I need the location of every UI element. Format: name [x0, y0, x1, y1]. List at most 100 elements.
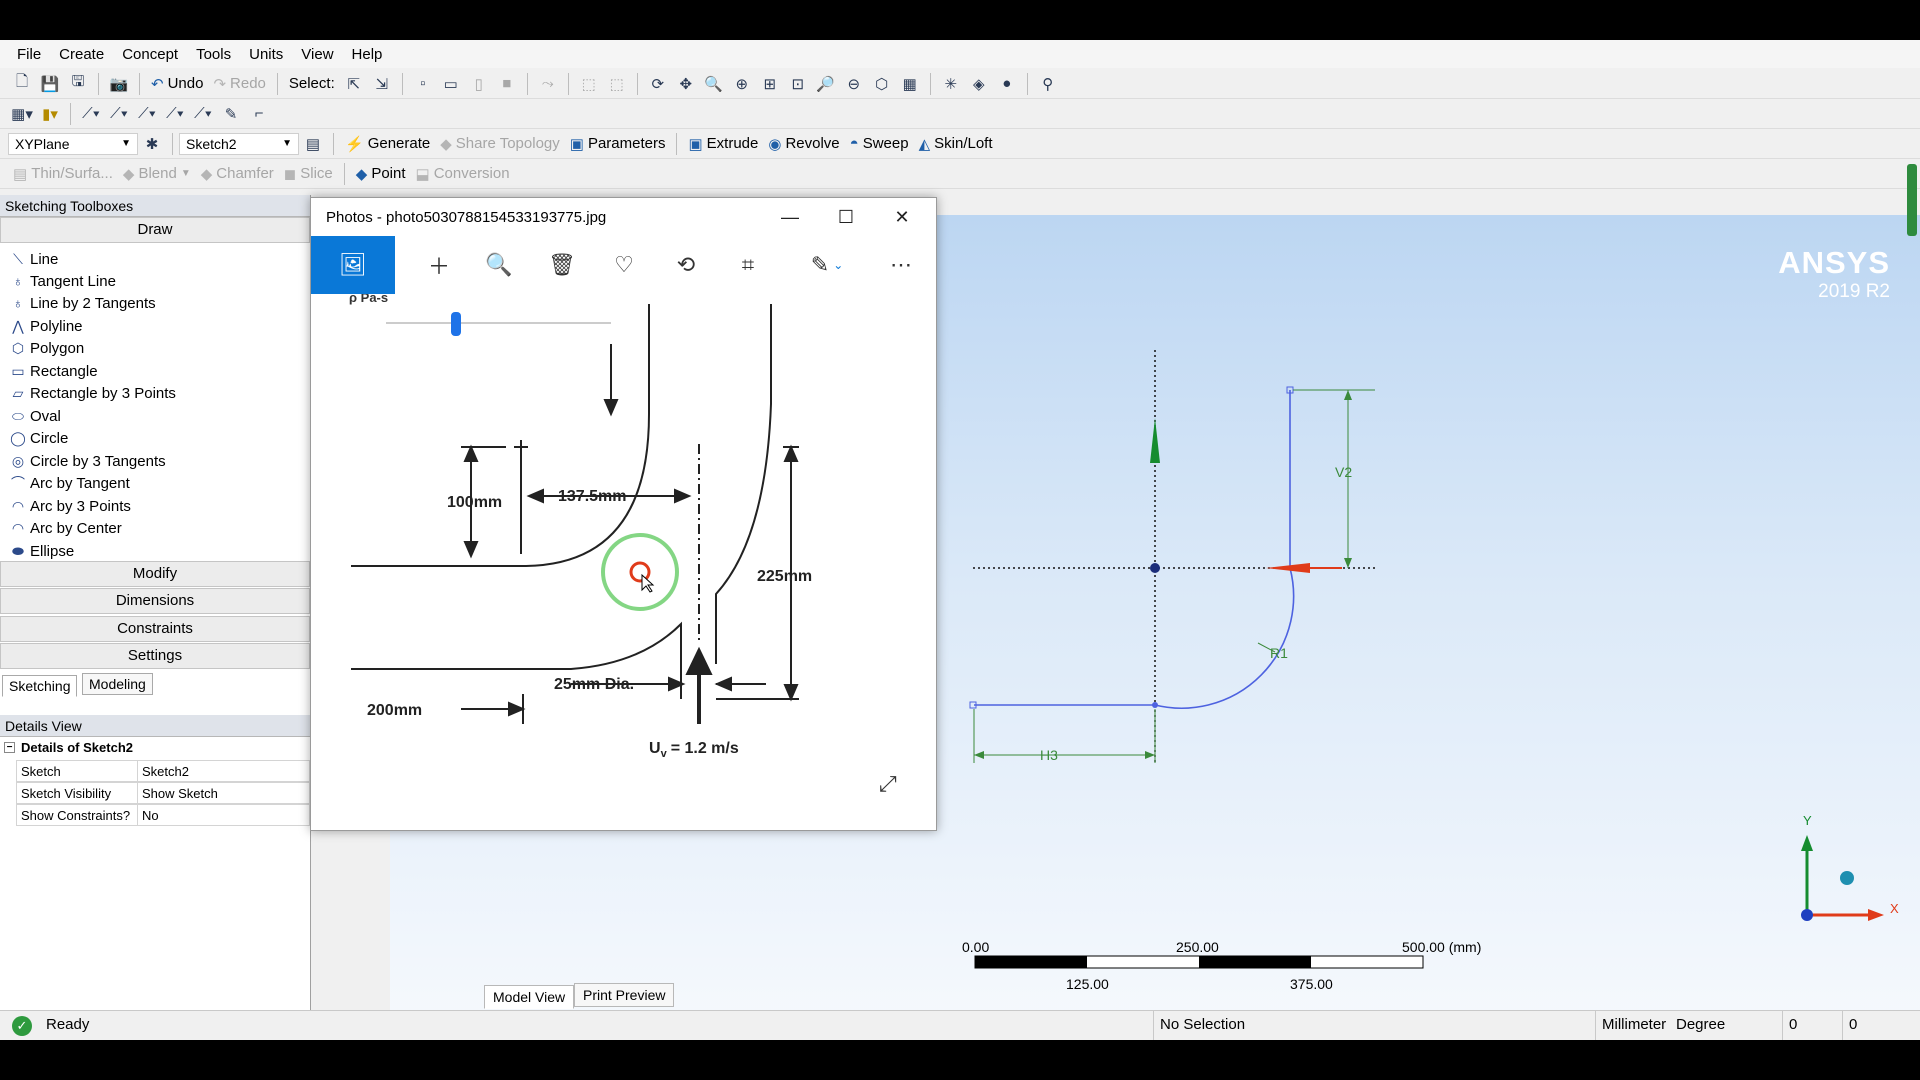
line-tool-e-icon[interactable]: ⟋▾: [190, 101, 216, 127]
undo-button[interactable]: ↶ Undo: [146, 71, 208, 97]
tool-rectangle[interactable]: ▭ Rectangle: [10, 360, 97, 382]
menu-create[interactable]: Create: [50, 46, 113, 63]
new-icon[interactable]: 🗋: [9, 71, 35, 97]
save-as-icon[interactable]: 🖫: [65, 71, 91, 97]
tool-arc-by-3-points[interactable]: ◠ Arc by 3 Points: [10, 495, 131, 517]
line-tool-d-icon[interactable]: ⟋▾: [162, 101, 188, 127]
extrude-button[interactable]: ▣ Extrude: [683, 131, 763, 157]
new-sketch-icon[interactable]: ▤: [300, 131, 326, 157]
status-angle-unit[interactable]: Degree: [1670, 1011, 1790, 1040]
sweep-button[interactable]: ◓ Sweep: [845, 131, 914, 157]
help-pointer-icon[interactable]: ⚲: [1035, 71, 1061, 97]
sketch-select[interactable]: Sketch2 ▼: [179, 132, 299, 155]
line-tool-a-icon[interactable]: ⟋▾: [78, 101, 104, 127]
tab-print-preview[interactable]: Print Preview: [574, 983, 675, 1007]
tool-tangent-line[interactable]: ♁ Tangent Line: [10, 270, 116, 292]
conversion-button[interactable]: ⬓ Conversion: [411, 161, 515, 187]
cube-icon[interactable]: ◈: [966, 71, 992, 97]
select-body-icon[interactable]: ■: [494, 71, 520, 97]
line-tool-c-icon[interactable]: ⟋▾: [134, 101, 160, 127]
select-face-icon[interactable]: ▯: [466, 71, 492, 97]
plane-select[interactable]: XYPlane ▼: [8, 132, 138, 155]
maximize-icon[interactable]: ☐: [818, 198, 874, 236]
triad-icon[interactable]: ✳: [938, 71, 964, 97]
zoom-selection-icon[interactable]: 🔎: [813, 71, 839, 97]
details-value[interactable]: Sketch2: [138, 760, 310, 782]
menu-help[interactable]: Help: [343, 46, 392, 63]
screenshot-icon[interactable]: 📷: [106, 71, 132, 97]
menu-concept[interactable]: Concept: [113, 46, 187, 63]
share-topology-button[interactable]: ◆ Share Topology: [435, 131, 565, 157]
parameters-button[interactable]: ▣ Parameters: [565, 131, 671, 157]
tab-sketching[interactable]: Sketching: [2, 675, 78, 697]
crop-icon[interactable]: ⌗: [723, 236, 773, 294]
favorite-heart-icon[interactable]: ♡: [599, 236, 649, 294]
thin-surface-button[interactable]: ▤ Thin/Surfa...: [8, 161, 118, 187]
select-mode-icon[interactable]: ⇱: [341, 71, 367, 97]
details-group-header[interactable]: − Details of Sketch2: [4, 740, 133, 755]
tool-polygon[interactable]: ⬡ Polygon: [10, 337, 84, 359]
view-image-icon[interactable]: 🖼: [311, 236, 395, 294]
skin-loft-button[interactable]: ◭ Skin/Loft: [914, 131, 998, 157]
point-button[interactable]: ◆ Point: [351, 161, 411, 187]
close-icon[interactable]: ✕: [874, 198, 930, 236]
h3-label[interactable]: H3: [1040, 747, 1058, 763]
box-select-icon[interactable]: ⬚: [576, 71, 602, 97]
settings-section-header[interactable]: Settings: [0, 643, 310, 669]
slice-button[interactable]: ◼ Slice: [279, 161, 338, 187]
v2-label[interactable]: V2: [1335, 464, 1352, 480]
select-filter-icon[interactable]: ⇲: [369, 71, 395, 97]
details-row-constraints[interactable]: Show Constraints? No: [16, 804, 310, 826]
save-icon[interactable]: 💾: [37, 71, 63, 97]
add-icon[interactable]: ＋: [414, 236, 464, 294]
details-value[interactable]: Show Sketch: [138, 782, 310, 804]
new-plane-icon[interactable]: ✱: [139, 131, 165, 157]
select-edge-icon[interactable]: ▭: [438, 71, 464, 97]
generate-button[interactable]: ⚡ Generate: [340, 131, 435, 157]
dimensions-section-header[interactable]: Dimensions: [0, 588, 310, 614]
extend-selection-icon[interactable]: ⤳: [535, 71, 561, 97]
details-row-sketch[interactable]: Sketch Sketch2: [16, 760, 310, 782]
tool-ellipse[interactable]: ⬬ Ellipse: [10, 540, 74, 562]
display-plane-icon[interactable]: ▦: [897, 71, 923, 97]
zoom-fit-icon[interactable]: ⊡: [785, 71, 811, 97]
iso-view-icon[interactable]: ⬡: [869, 71, 895, 97]
chamfer-button[interactable]: ◆ Chamfer: [196, 161, 279, 187]
edit-draw-icon[interactable]: ✎ ⌄: [797, 236, 857, 294]
blend-button[interactable]: ◆ Blend ▼: [118, 161, 196, 187]
tool-polyline[interactable]: ⋀ Polyline: [10, 315, 82, 337]
delete-icon[interactable]: 🗑: [537, 236, 587, 294]
modify-section-header[interactable]: Modify: [0, 561, 310, 587]
menu-tools[interactable]: Tools: [187, 46, 240, 63]
menu-view[interactable]: View: [292, 46, 342, 63]
pin-icon[interactable]: ✎: [218, 101, 244, 127]
pan-icon[interactable]: ✥: [673, 71, 699, 97]
menu-file[interactable]: File: [8, 46, 50, 63]
dot-icon[interactable]: ●: [994, 71, 1020, 97]
select-point-icon[interactable]: ▫: [410, 71, 436, 97]
origin-point[interactable]: [1150, 563, 1160, 573]
rotate-icon[interactable]: ⟳: [645, 71, 671, 97]
tool-arc-by-tangent[interactable]: ⌒ Arc by Tangent: [10, 472, 130, 494]
zoom-in-icon[interactable]: ⊕: [729, 71, 755, 97]
menu-units[interactable]: Units: [240, 46, 292, 63]
color-mode-icon[interactable]: ▮▾: [37, 101, 63, 127]
box-select-alt-icon[interactable]: ⬚: [604, 71, 630, 97]
display-mode-icon[interactable]: ▦▾: [9, 101, 35, 127]
trim-icon[interactable]: ⌐: [246, 101, 272, 127]
tab-model-view[interactable]: Model View: [484, 985, 575, 1009]
line-tool-b-icon[interactable]: ⟋▾: [106, 101, 132, 127]
details-row-visibility[interactable]: Sketch Visibility Show Sketch: [16, 782, 310, 804]
status-length-unit[interactable]: Millimeter: [1595, 1011, 1675, 1040]
tab-modeling[interactable]: Modeling: [82, 673, 153, 695]
zoom-icon[interactable]: 🔍: [474, 236, 524, 294]
zoom-icon[interactable]: 🔍: [701, 71, 727, 97]
expand-icon[interactable]: ⤢: [879, 772, 897, 797]
tool-oval[interactable]: ⬭ Oval: [10, 405, 61, 427]
tool-line[interactable]: ⟍ Line: [10, 248, 58, 270]
photo-image[interactable]: ρ Pa-s 100mm 137.5mm 225mm 25mm Dia. 200…: [311, 294, 936, 830]
tool-circle[interactable]: ◯ Circle: [10, 427, 68, 449]
details-value[interactable]: No: [138, 804, 310, 826]
tool-rectangle-3-points[interactable]: ▱ Rectangle by 3 Points: [10, 382, 176, 404]
r1-label[interactable]: R1: [1270, 645, 1288, 661]
